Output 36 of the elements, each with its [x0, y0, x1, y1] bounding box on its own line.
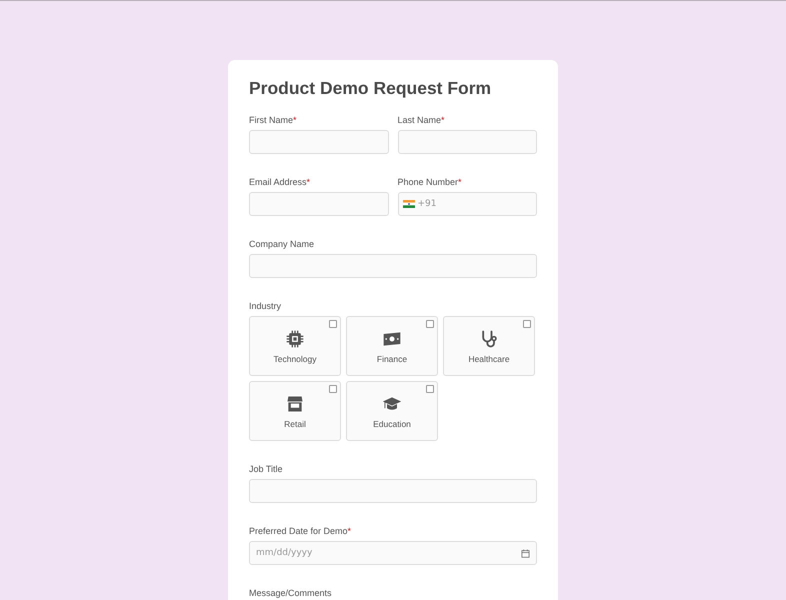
industry-option-tile[interactable]: Finance: [346, 316, 438, 376]
option-label: Finance: [376, 354, 408, 364]
flag-icon: [402, 200, 414, 208]
calendar-icon: [521, 548, 530, 558]
text-input-field[interactable]: [249, 479, 537, 503]
option-label: Technology: [273, 354, 316, 364]
text-input-field[interactable]: [249, 130, 388, 154]
option-label: Healthcare: [468, 354, 510, 364]
field-label: Preferred Date for Demo*: [249, 526, 352, 536]
phone-input-field[interactable]: +91: [398, 192, 537, 216]
checkbox[interactable]: [329, 385, 337, 393]
industry-option-tile[interactable]: Technology: [249, 316, 341, 376]
field-label: First Name*: [249, 115, 298, 125]
text-input-field[interactable]: [249, 254, 537, 278]
date-input-field[interactable]: mm/dd/yyyy: [249, 541, 537, 565]
field-label: Company Name: [249, 239, 316, 249]
field-label: Job Title: [249, 464, 284, 474]
text-input-field[interactable]: [398, 130, 537, 154]
field-label: Last Name*: [398, 115, 446, 125]
field-label: Message/Comments: [249, 588, 333, 598]
checkbox[interactable]: [426, 320, 434, 328]
checkbox[interactable]: [426, 385, 434, 393]
form-title: Product Demo Request Form: [249, 78, 492, 99]
field-label: Industry: [249, 301, 282, 311]
industry-option-tile[interactable]: Education: [346, 381, 438, 441]
industry-option-tile[interactable]: Healthcare: [443, 316, 535, 376]
text-input-field[interactable]: [249, 192, 388, 216]
field-label: Email Address*: [249, 177, 312, 187]
chip-icon: [285, 328, 305, 348]
industry-option-tile[interactable]: Retail: [249, 381, 341, 441]
option-label: Education: [373, 418, 411, 428]
checkbox[interactable]: [523, 320, 531, 328]
storefront-icon: [285, 394, 305, 414]
option-label: Retail: [284, 418, 306, 428]
checkbox[interactable]: [329, 320, 337, 328]
field-label: Phone Number*: [398, 177, 463, 187]
